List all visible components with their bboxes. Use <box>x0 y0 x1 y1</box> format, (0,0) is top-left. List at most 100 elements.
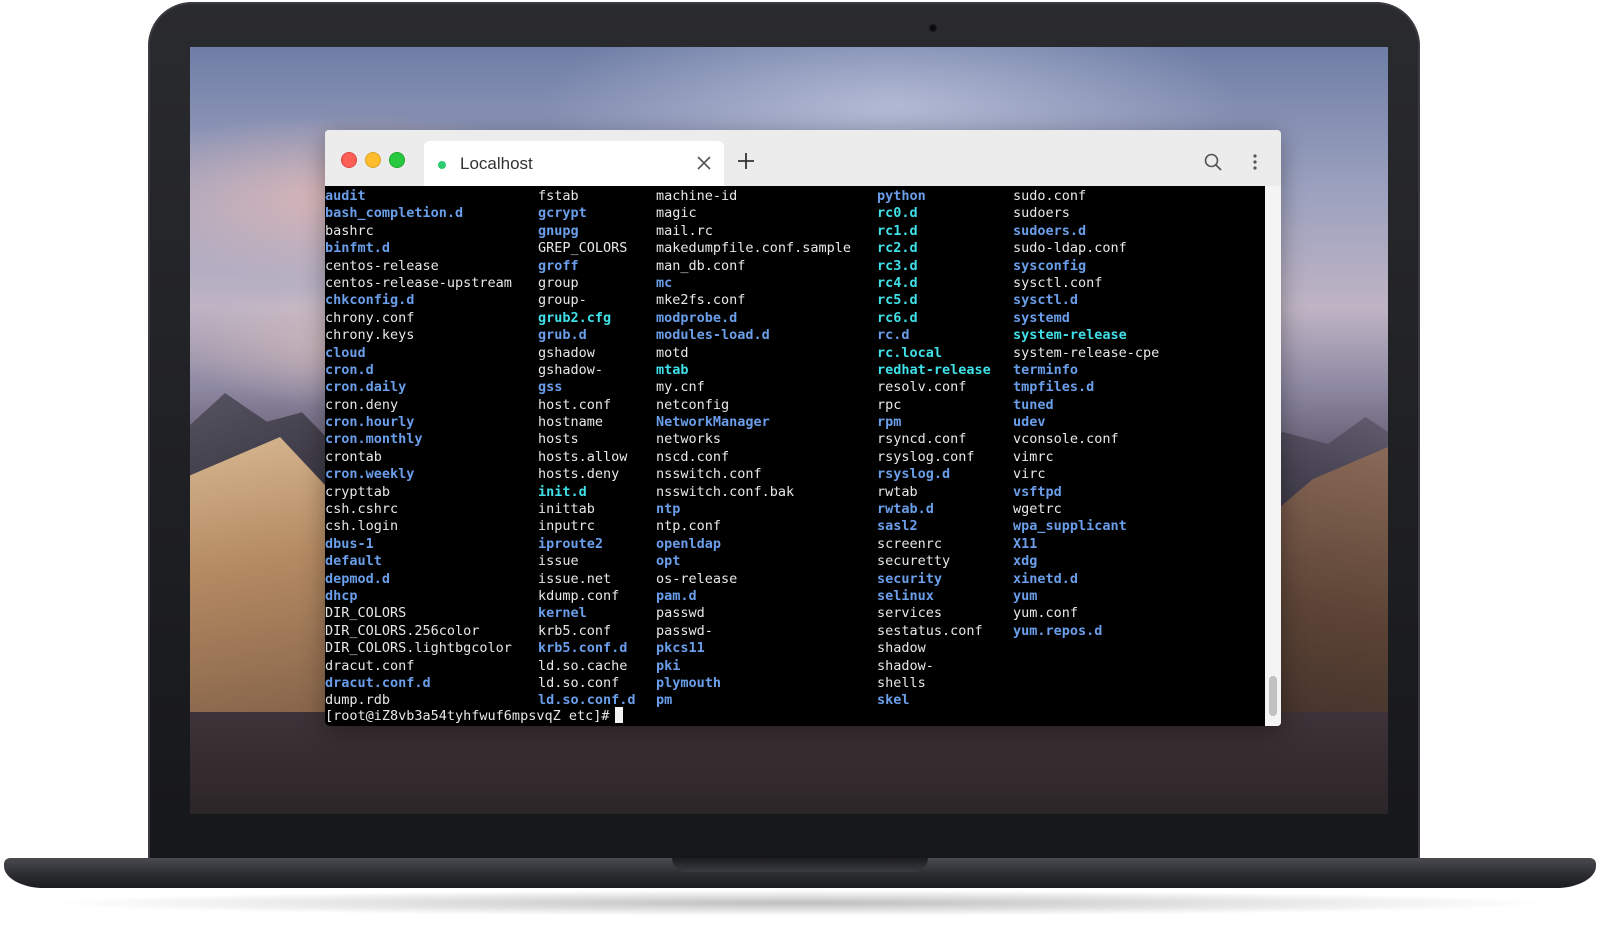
file-entry: nsswitch.conf.bak <box>656 483 795 500</box>
file-entry: rsyncd.conf <box>877 431 967 448</box>
file-entry: rpc <box>877 396 902 413</box>
window-titlebar: Localhost <box>325 130 1281 186</box>
directory-entry: plymouth <box>656 674 722 691</box>
symlink-entry: init.d <box>538 483 587 500</box>
search-icon[interactable] <box>1203 152 1223 172</box>
file-entry: mke2fs.conf <box>656 292 746 309</box>
laptop-shadow <box>40 890 1560 916</box>
file-entry: securetty <box>877 553 951 570</box>
directory-entry: groff <box>538 257 579 274</box>
file-entry: fstab <box>538 188 579 204</box>
directory-entry: xdg <box>1013 553 1038 570</box>
file-entry: sudo-ldap.conf <box>1013 240 1127 257</box>
file-entry: sudo.conf <box>1013 188 1087 204</box>
scrollbar-thumb[interactable] <box>1269 676 1277 716</box>
file-entry: DIR_COLORS.lightbgcolor <box>325 640 512 657</box>
directory-entry: udev <box>1013 414 1046 431</box>
directory-entry: dracut.conf.d <box>325 674 431 691</box>
directory-entry: selinux <box>877 587 934 604</box>
listing-column: sudo.conf sudoers sudoers.d sudo-ldap.conf s… <box>1013 188 1159 640</box>
scrollbar[interactable] <box>1265 186 1281 726</box>
file-entry: inputrc <box>538 518 595 535</box>
file-entry: ld.so.conf <box>538 674 620 691</box>
directory-entry: gss <box>538 379 563 396</box>
file-entry: crypttab <box>325 483 391 500</box>
file-entry: hosts.deny <box>538 466 620 483</box>
file-entry: chrony.conf <box>325 309 415 326</box>
file-entry: vconsole.conf <box>1013 431 1119 448</box>
file-entry: dracut.conf <box>325 657 415 674</box>
directory-entry: wpa_supplicant <box>1013 518 1127 535</box>
symlink-entry: grub2.cfg <box>538 309 612 326</box>
directory-entry: tuned <box>1013 396 1054 413</box>
file-entry: bashrc <box>325 222 374 239</box>
file-entry: services <box>877 605 943 622</box>
file-entry: sestatus.conf <box>877 622 983 639</box>
file-entry: gshadow- <box>538 361 604 378</box>
file-entry: hosts <box>538 431 579 448</box>
close-window-button[interactable] <box>341 152 357 168</box>
directory-entry: vsftpd <box>1013 483 1062 500</box>
file-entry: csh.cshrc <box>325 501 399 518</box>
close-icon[interactable] <box>694 153 714 173</box>
directory-entry: systemd <box>1013 309 1070 326</box>
file-entry: resolv.conf <box>877 379 967 396</box>
directory-entry: depmod.d <box>325 570 391 587</box>
file-entry: networks <box>656 431 722 448</box>
tab-localhost[interactable]: Localhost <box>424 141 724 186</box>
directory-entry: sysconfig <box>1013 257 1087 274</box>
maximize-window-button[interactable] <box>389 152 405 168</box>
directory-entry: default <box>325 553 382 570</box>
directory-entry: pki <box>656 657 681 674</box>
file-entry: rsyslog.conf <box>877 448 975 465</box>
file-entry: my.cnf <box>656 379 705 396</box>
directory-entry: sasl2 <box>877 518 918 535</box>
directory-entry: bash_completion.d <box>325 205 464 222</box>
file-entry: sudoers <box>1013 205 1070 222</box>
file-entry: machine-id <box>656 188 738 204</box>
file-entry: DIR_COLORS.256color <box>325 622 480 639</box>
directory-entry: chkconfig.d <box>325 292 415 309</box>
symlink-entry: rc6.d <box>877 309 918 326</box>
file-entry: vimrc <box>1013 448 1054 465</box>
shell-prompt[interactable]: [root@iZ8vb3a54tyhfwuf6mpsvqZ etc]# <box>325 707 624 724</box>
file-entry: mail.rc <box>656 222 713 239</box>
file-entry: group- <box>538 292 587 309</box>
file-entry: passwd- <box>656 622 713 639</box>
wallpaper-ground <box>190 712 1388 814</box>
directory-entry: cron.weekly <box>325 466 415 483</box>
plus-icon[interactable] <box>735 150 757 172</box>
directory-entry: terminfo <box>1013 361 1079 378</box>
directory-entry: cron.d <box>325 361 374 378</box>
file-entry: rwtab <box>877 483 918 500</box>
listing-column: machine-id magic mail.rc makedumpfile.conf.… <box>656 188 851 710</box>
directory-entry: rwtab.d <box>877 501 934 518</box>
minimize-window-button[interactable] <box>365 152 381 168</box>
directory-entry: pm <box>656 692 673 709</box>
directory-entry: krb5.conf.d <box>538 640 628 657</box>
directory-entry: sudoers.d <box>1013 222 1087 239</box>
directory-entry: python <box>877 188 926 204</box>
text-cursor <box>615 707 624 723</box>
file-entry: netconfig <box>656 396 730 413</box>
file-entry: shadow <box>877 640 926 657</box>
connection-status-icon <box>438 161 446 169</box>
wallpaper-dune-left <box>190 437 340 757</box>
directory-entry: dhcp <box>325 587 358 604</box>
terminal-window: Localhost audit bash_completion.d bashrc… <box>325 130 1281 726</box>
file-entry: centos-release <box>325 257 439 274</box>
directory-entry: audit <box>325 188 366 204</box>
file-entry: shells <box>877 674 926 691</box>
directory-entry: binfmt.d <box>325 240 391 257</box>
directory-entry: cron.daily <box>325 379 407 396</box>
file-entry: issue <box>538 553 579 570</box>
directory-entry: xinetd.d <box>1013 570 1079 587</box>
file-entry: virc <box>1013 466 1046 483</box>
symlink-entry: system-release <box>1013 327 1127 344</box>
file-entry: passwd <box>656 605 705 622</box>
directory-entry: cron.hourly <box>325 414 415 431</box>
terminal-output[interactable]: audit bash_completion.d bashrc binfmt.d cent… <box>325 186 1265 726</box>
more-vertical-icon[interactable] <box>1245 152 1265 172</box>
directory-entry: cron.monthly <box>325 431 423 448</box>
file-entry: man_db.conf <box>656 257 746 274</box>
